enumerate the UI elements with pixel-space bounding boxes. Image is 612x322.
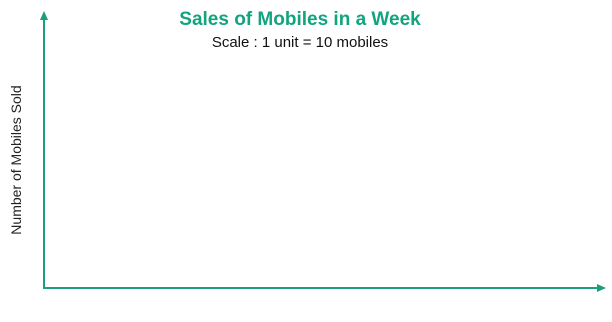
chart: Sales of Mobiles in a Week Scale : 1 uni… <box>0 0 612 322</box>
axes-svg <box>40 11 606 292</box>
y-axis-arrowhead <box>40 11 48 20</box>
x-axis-arrowhead <box>597 284 606 292</box>
